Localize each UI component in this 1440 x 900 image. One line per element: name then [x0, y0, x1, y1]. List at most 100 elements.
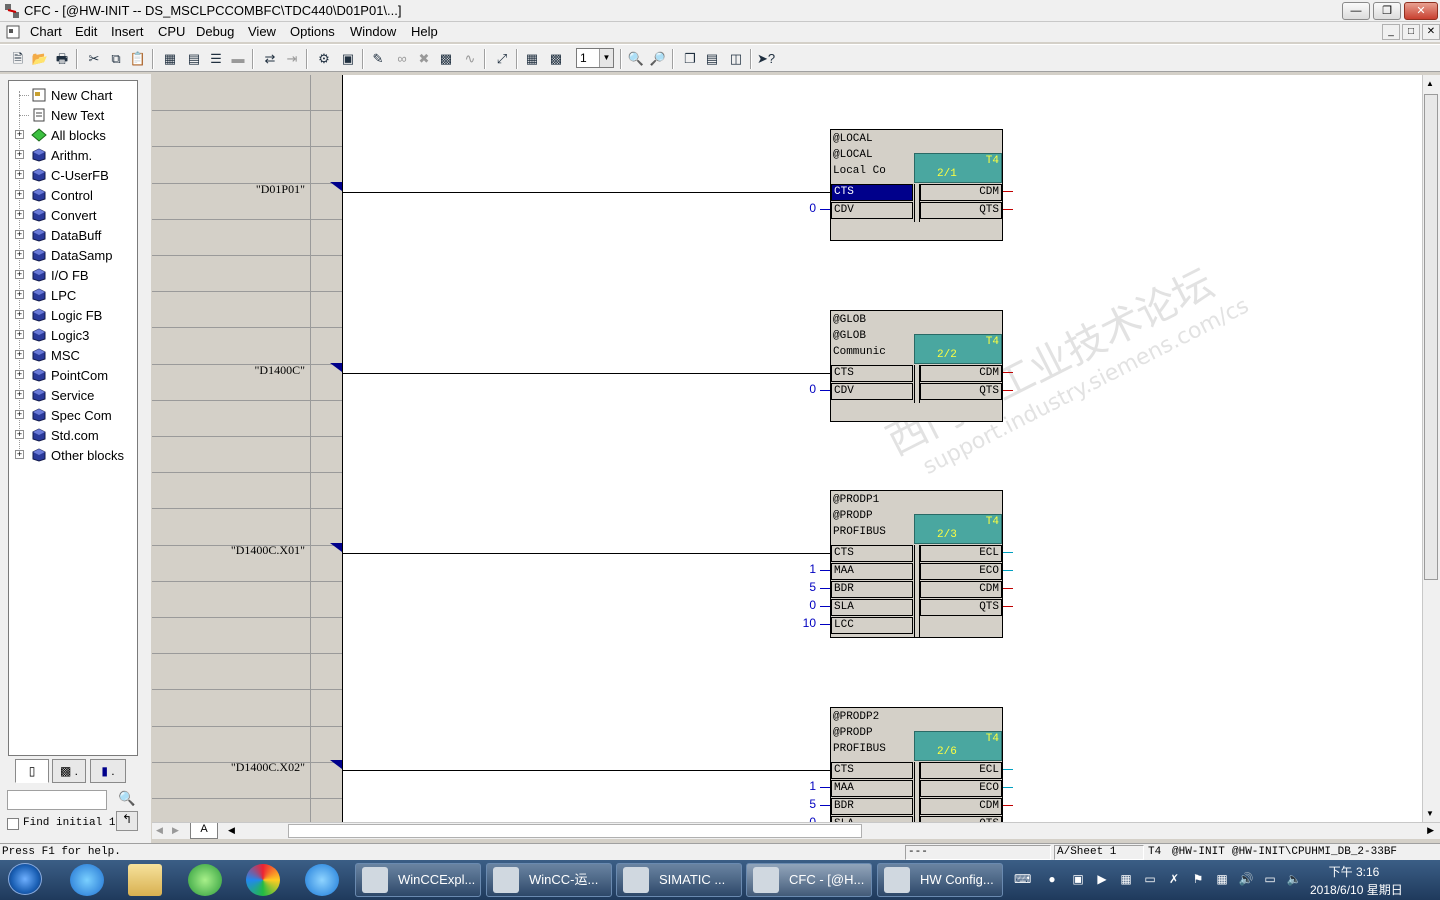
task-hw-config[interactable]: HW Config... [877, 863, 1003, 897]
output-pin[interactable]: QTS [920, 202, 1002, 219]
tree-item-lpc[interactable]: + LPC [15, 285, 137, 305]
volume-icon[interactable]: 🔊 [1238, 871, 1254, 887]
tray-chrome-icon[interactable]: ● [1044, 871, 1060, 887]
connection-line[interactable] [343, 373, 830, 374]
menu-view[interactable]: View [248, 24, 276, 39]
tree-item-other-blocks[interactable]: + Other blocks [15, 445, 137, 465]
scroll-right-icon[interactable]: ▶ [1427, 825, 1434, 836]
zoom-in-icon[interactable]: 🔍 [626, 49, 646, 69]
tray-tools-icon[interactable]: ✗ [1166, 871, 1182, 887]
expand-icon[interactable]: + [15, 310, 24, 319]
scroll-left-icon[interactable]: ◀ [228, 825, 235, 836]
block-catalog-tree[interactable]: New Chart New Text + All blocks + Arithm. + C-U… [8, 80, 138, 756]
expand-icon[interactable]: + [15, 430, 24, 439]
input-constant-value[interactable]: 0 [776, 201, 816, 215]
tree-item-std-com[interactable]: + Std.com [15, 425, 137, 445]
paste-icon[interactable]: 📋 [128, 49, 148, 69]
input-pin[interactable]: BDR [831, 581, 913, 598]
input-pin[interactable]: CTS [831, 762, 913, 779]
expand-icon[interactable]: + [15, 210, 24, 219]
mdi-close-button[interactable]: ✕ [1422, 24, 1440, 40]
trend-icon[interactable]: ∿ [460, 49, 480, 69]
menu-chart[interactable]: Chart [30, 24, 62, 39]
tree-item-databuff[interactable]: + DataBuff [15, 225, 137, 245]
tree-item-i-o-fb[interactable]: + I/O FB [15, 265, 137, 285]
edge-icon[interactable] [305, 864, 339, 896]
chevron-down-icon[interactable]: ▼ [599, 49, 613, 67]
expand-icon[interactable]: + [15, 350, 24, 359]
chart-canvas[interactable]: 西门子工业技术论坛 support.industry.siemens.com/c… [343, 75, 1422, 822]
expand-icon[interactable]: + [15, 370, 24, 379]
input-constant-value[interactable]: 0 [776, 382, 816, 396]
interconnect-icon[interactable]: ⇄ [260, 49, 280, 69]
first-sheet-icon[interactable]: ◀ [156, 825, 163, 836]
sheet-tab-a[interactable]: A [190, 823, 218, 839]
input-pin[interactable]: CDV [831, 202, 913, 219]
function-block[interactable]: @LOCAL @LOCAL Local Co T4 2/1 CTS CDV CDM QTS [830, 129, 1003, 241]
tree-item-arithm[interactable]: + Arithm. [15, 145, 137, 165]
blocks-tab[interactable]: ▯ [15, 759, 49, 783]
clock-date[interactable]: 2018/6/10 星期日 [1310, 881, 1430, 898]
input-constant-value[interactable]: 5 [776, 797, 816, 811]
tree-item-convert[interactable]: + Convert [15, 205, 137, 225]
cut-icon[interactable]: ✂ [84, 49, 104, 69]
tree-item-datasamp[interactable]: + DataSamp [15, 245, 137, 265]
cascade-icon[interactable]: ❐ [680, 49, 700, 69]
expand-icon[interactable]: + [15, 250, 24, 259]
tree-item-msc[interactable]: + MSC [15, 345, 137, 365]
document-icon[interactable] [6, 25, 20, 39]
function-block[interactable]: @PRODP2@PRODPPROFIBUST42/6CTSMAABDRSLAEC… [830, 707, 1003, 822]
run-sequence-icon[interactable]: ▩ [436, 49, 456, 69]
tree-item-all-blocks[interactable]: + All blocks [15, 125, 137, 145]
test-mode-icon[interactable]: ✎ [368, 49, 388, 69]
tree-item-service[interactable]: + Service [15, 385, 137, 405]
input-pin[interactable]: CTS [831, 184, 913, 201]
output-pin[interactable]: CDM [920, 184, 1002, 201]
overview-view-icon[interactable]: ▩ [546, 49, 566, 69]
input-pin[interactable]: CTS [831, 365, 913, 382]
watch-on-icon[interactable]: ∞ [392, 49, 412, 69]
tree-item-new-text[interactable]: New Text [15, 105, 137, 125]
tray-flag-icon[interactable]: ⚑ [1190, 871, 1206, 887]
mdi-restore-button[interactable]: □ [1402, 24, 1420, 40]
print-icon[interactable]: 🖶 [52, 49, 72, 69]
tree-item-control[interactable]: + Control [15, 185, 137, 205]
margin-signal-label[interactable]: "D1400C.X01" [231, 543, 305, 558]
input-pin[interactable]: LCC [831, 617, 913, 634]
function-block[interactable]: @PRODP1 @PRODP PROFIBUS T4 2/3 CTS MAA BDR SLA LC… [830, 490, 1003, 638]
pin-icon[interactable]: ▬ [228, 49, 248, 69]
expand-icon[interactable]: + [15, 130, 24, 139]
input-pin[interactable]: SLA [831, 599, 913, 616]
expand-icon[interactable]: + [15, 270, 24, 279]
menu-debug[interactable]: Debug [196, 24, 234, 39]
expand-icon[interactable]: + [15, 230, 24, 239]
keyboard-icon[interactable]: ⌨ [1014, 871, 1031, 887]
menu-help[interactable]: Help [411, 24, 438, 39]
output-pin[interactable]: ECL [920, 762, 1002, 779]
app-green-icon[interactable] [188, 864, 222, 896]
mdi-minimize-button[interactable]: _ [1382, 24, 1400, 40]
input-pin[interactable]: MAA [831, 780, 913, 797]
chrome-icon[interactable] [246, 864, 280, 896]
input-pin[interactable]: CTS [831, 545, 913, 562]
find-next-button[interactable]: ↰ [116, 811, 138, 831]
tree-item-logic-fb[interactable]: + Logic FB [15, 305, 137, 325]
delete-connection-icon[interactable]: ⇥ [282, 49, 302, 69]
horizontal-scrollbar[interactable]: ◀ ▶ A ◀ ▶ [152, 822, 1440, 839]
horizontal-scroll-thumb[interactable] [288, 824, 862, 838]
output-pin[interactable]: ECO [920, 780, 1002, 797]
overview-icon[interactable]: ▤ [184, 49, 204, 69]
license-icon[interactable]: ▦ [1118, 871, 1134, 887]
tree-item-spec-com[interactable]: + Spec Com [15, 405, 137, 425]
close-button[interactable]: ✕ [1404, 2, 1438, 20]
expand-icon[interactable]: + [15, 410, 24, 419]
expand-icon[interactable]: + [15, 390, 24, 399]
margin-signal-label[interactable]: "D1400C.X02" [231, 760, 305, 775]
menu-insert[interactable]: Insert [111, 24, 144, 39]
copy-icon[interactable]: ⧉ [106, 49, 126, 69]
input-pin[interactable]: BDR [831, 798, 913, 815]
compile-icon[interactable]: ⚙ [314, 49, 334, 69]
binoculars-icon[interactable]: 🔍 [116, 790, 138, 810]
menu-cpu[interactable]: CPU [158, 24, 185, 39]
output-pin[interactable]: CDM [920, 798, 1002, 815]
